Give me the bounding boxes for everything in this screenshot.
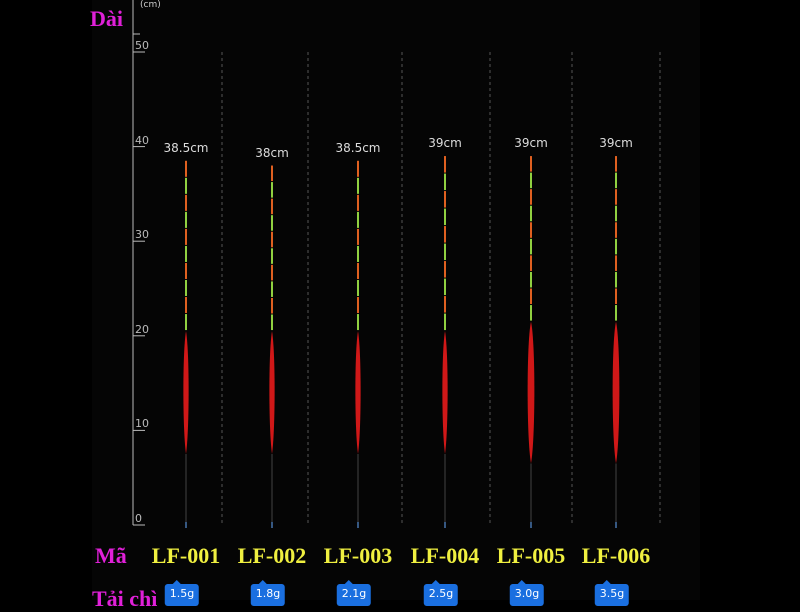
weight-badge: 1.5g <box>164 580 200 606</box>
weight-label: Tải chì <box>92 586 158 611</box>
float-LF-004 <box>442 156 448 528</box>
weight-badge: 2.1g <box>336 580 372 606</box>
length-value: 38cm <box>255 145 289 160</box>
float-code: LF-003 <box>323 543 393 568</box>
y-tick-label: 10 <box>135 417 149 431</box>
y-tick-label: 50 <box>135 39 149 52</box>
y-tick-label: 30 <box>135 228 149 242</box>
float-LF-001 <box>183 160 189 528</box>
y-tick-label: 0 <box>135 512 142 525</box>
weight-badge: 3.0g <box>509 580 545 606</box>
float-body <box>269 331 275 455</box>
float-LF-006 <box>612 156 620 528</box>
float-LF-002 <box>269 165 275 528</box>
float-diagram <box>132 0 661 528</box>
length-label: Dài <box>90 6 123 31</box>
weight-badge: 1.8g <box>250 580 286 606</box>
length-value: 38.5cm <box>335 140 381 155</box>
float-code: LF-004 <box>410 543 480 568</box>
float-code: LF-002 <box>237 543 307 568</box>
length-value: 39cm <box>514 136 548 151</box>
unit-label: (cm) <box>140 0 161 10</box>
length-value: 39cm <box>599 136 633 151</box>
float-body <box>527 321 535 464</box>
float-body <box>612 321 620 464</box>
length-value: 38.5cm <box>163 140 209 155</box>
float-body <box>183 331 189 455</box>
float-code: LF-006 <box>581 543 651 568</box>
float-LF-005 <box>527 156 535 528</box>
y-tick-label: 20 <box>135 322 149 336</box>
weight-badge: 3.5g <box>594 580 630 606</box>
float-code: LF-005 <box>496 543 566 568</box>
y-tick-label: 40 <box>135 133 149 147</box>
float-body <box>355 331 361 455</box>
float-LF-003 <box>355 160 361 528</box>
float-code: LF-001 <box>151 543 221 568</box>
length-value: 39cm <box>428 136 462 151</box>
float-body <box>442 331 448 455</box>
code-label: Mã <box>95 543 127 568</box>
weight-badge: 2.5g <box>423 580 459 606</box>
